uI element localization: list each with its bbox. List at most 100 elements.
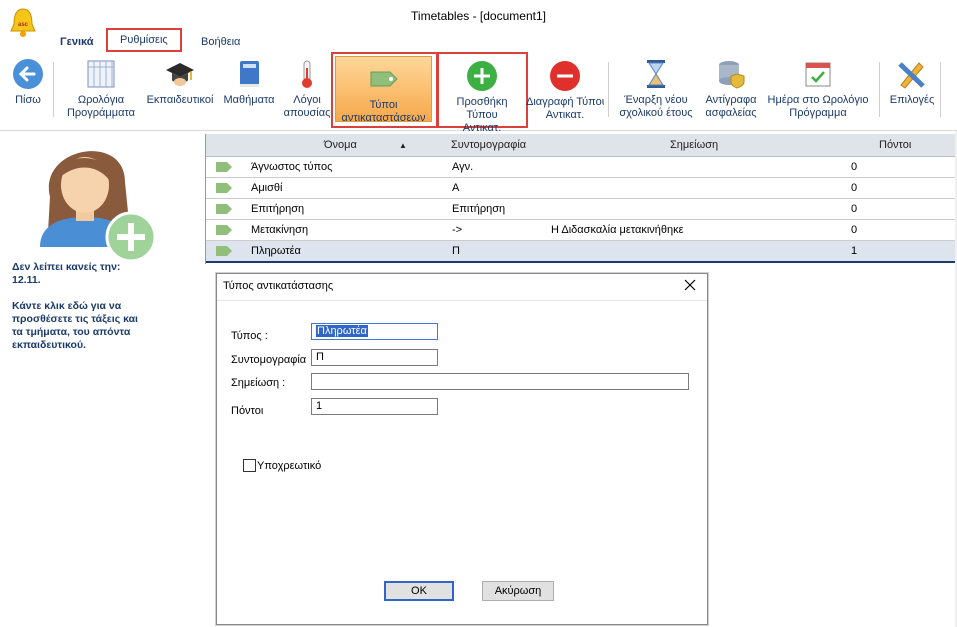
timetables-label-2: Προγράμματα — [66, 107, 136, 119]
type-field[interactable]: Πληρωτέα — [311, 323, 438, 340]
tag-icon — [216, 246, 232, 256]
new-year-label-2: σχολικού έτους — [619, 107, 693, 119]
header-abbreviation[interactable]: Συντομογραφία — [451, 139, 526, 151]
substitution-types-table: Όνομα ▲ Συντομογραφία Σημείωση Πόντοι Άγ… — [205, 134, 957, 264]
minus-circle-icon — [550, 61, 580, 91]
options-button[interactable]: Επιλογές — [884, 54, 940, 126]
ribbon-separator — [608, 62, 609, 117]
window-title: Timetables - [document1] — [411, 9, 546, 23]
points-label: Πόντοι — [231, 405, 264, 417]
tab-general[interactable]: Γενικά — [54, 32, 100, 52]
type-field-value: Πληρωτέα — [316, 325, 368, 337]
add-type-label-2: Αντικατ. — [462, 122, 502, 134]
cell-name: Μετακίνηση — [251, 224, 309, 236]
cell-points: 0 — [851, 161, 858, 173]
tag-icon — [370, 71, 398, 87]
mandatory-label: Υποχρεωτικό — [257, 460, 322, 472]
ribbon-separator — [879, 62, 880, 117]
info-line-6: εκπαιδευτικού. — [12, 339, 86, 351]
info-line-3: Κάντε κλικ εδώ για να — [12, 300, 122, 312]
cell-abbreviation: -> — [452, 224, 463, 236]
cell-name: Επιτήρηση — [251, 203, 305, 215]
abbreviation-label: Συντομογραφία — [231, 354, 307, 366]
cell-name: Άγνωστος τύπος — [251, 161, 333, 173]
cancel-button[interactable]: Ακύρωση — [482, 581, 554, 601]
absent-teacher-info[interactable]: Δεν λείπει κανείς την: 12.11. Κάντε κλικ… — [12, 261, 162, 352]
backups-label-1: Αντίγραφα — [705, 94, 757, 106]
new-year-label-1: Έναρξη νέου — [624, 94, 688, 106]
subjects-label: Μαθήματα — [223, 94, 275, 106]
table-row[interactable]: Άγνωστος τύπος Αγν. 0 — [206, 157, 957, 178]
sub-types-label-1: Τύποι — [369, 99, 398, 111]
table-row[interactable]: Αμισθί Α 0 — [206, 178, 957, 199]
thermometer-icon — [302, 60, 312, 88]
dialog-title-divider — [217, 300, 707, 301]
note-label: Σημείωση : — [231, 377, 286, 389]
table-row[interactable]: Επιτήρηση Επιτήρηση 0 — [206, 199, 957, 220]
mandatory-checkbox[interactable] — [243, 459, 256, 472]
cell-abbreviation: Α — [452, 182, 460, 194]
delete-type-button[interactable]: Διαγραφή Τύπου Αντικατ. — [526, 56, 604, 128]
absence-reasons-label-1: Λόγοι — [293, 94, 321, 106]
table-row[interactable]: Μετακίνηση -> Η Διδασκαλία μετακινήθηκε … — [206, 220, 957, 241]
backups-label-2: ασφαλείας — [705, 107, 757, 119]
header-name[interactable]: Όνομα — [324, 139, 357, 151]
table-header: Όνομα ▲ Συντομογραφία Σημείωση Πόντοι — [206, 134, 957, 157]
info-line-2: 12.11. — [12, 274, 41, 286]
timetables-label-1: Ωρολόγια — [77, 94, 125, 106]
substitution-type-dialog: Τύπος αντικατάστασης Τύπος : Πληρωτέα Συ… — [216, 273, 708, 625]
cell-points: 0 — [851, 203, 858, 215]
cell-note: Η Διδασκαλία μετακινήθηκε — [551, 224, 684, 236]
absence-reasons-button[interactable]: Λόγοι απουσίας — [280, 54, 334, 126]
timetable-grid-icon — [87, 60, 115, 88]
tag-icon — [216, 204, 232, 214]
substitution-types-button[interactable]: Τύποι αντικαταστάσεων — [335, 56, 432, 124]
day-in-timetable-button[interactable]: Ημέρα στο Ωρολόγιο Πρόγραμμα — [762, 54, 874, 126]
database-shield-icon — [719, 61, 745, 89]
hourglass-icon — [647, 60, 665, 88]
header-points[interactable]: Πόντοι — [879, 139, 911, 151]
cell-abbreviation: Π — [452, 245, 460, 257]
cell-points: 0 — [851, 182, 858, 194]
delete-type-label-1: Διαγραφή Τύπου — [526, 96, 604, 108]
tab-help[interactable]: Βοήθεια — [195, 32, 246, 52]
add-type-button[interactable]: Προσθήκη Τύπου Αντικατ. — [441, 56, 523, 134]
sort-ascending-icon: ▲ — [399, 141, 407, 150]
abbreviation-field[interactable]: Π — [311, 349, 438, 366]
points-field[interactable]: 1 — [311, 398, 438, 415]
backups-button[interactable]: Αντίγραφα ασφαλείας — [700, 54, 762, 126]
title-bar: asc Timetables - [document1] — [0, 0, 957, 37]
dialog-title: Τύπος αντικατάστασης — [223, 280, 334, 292]
options-label: Επιλογές — [889, 94, 935, 106]
info-line-1: Δεν λείπει κανείς την: — [12, 261, 121, 273]
cell-points: 1 — [851, 245, 858, 257]
cell-abbreviation: Αγν. — [452, 161, 474, 173]
new-school-year-button[interactable]: Έναρξη νέου σχολικού έτους — [612, 54, 700, 126]
tab-settings[interactable]: Ρυθμίσεις — [106, 28, 182, 52]
header-note[interactable]: Σημείωση — [670, 139, 718, 151]
tag-icon — [216, 225, 232, 235]
delete-type-label-2: Αντικατ. — [545, 109, 585, 121]
table-row-selected[interactable]: Πληρωτέα Π 1 — [206, 241, 957, 263]
absent-teacher-panel[interactable]: Δεν λείπει κανείς την: 12.11. Κάντε κλικ… — [0, 131, 205, 627]
teacher-avatar-add-icon — [40, 151, 157, 261]
cell-name: Πληρωτέα — [251, 245, 301, 257]
pencil-ruler-icon — [898, 62, 925, 89]
back-arrow-icon — [13, 59, 43, 89]
close-icon[interactable] — [683, 278, 697, 292]
note-field[interactable] — [311, 373, 689, 390]
ok-button[interactable]: OK — [384, 581, 454, 601]
ribbon-separator — [53, 62, 54, 117]
back-button[interactable]: Πίσω — [6, 54, 50, 126]
info-line-5: τα τμήματα, του απόντα — [12, 326, 131, 338]
timetables-button[interactable]: Ωρολόγια Προγράμματα — [58, 54, 144, 126]
menu-bar: Γενικά Ρυθμίσεις Βοήθεια — [0, 28, 957, 52]
sub-types-label-2: αντικαταστάσεων — [341, 112, 426, 124]
subjects-button[interactable]: Μαθήματα — [218, 54, 280, 126]
teachers-button[interactable]: Εκπαιδευτικοί — [142, 54, 218, 126]
book-icon — [240, 61, 259, 87]
back-label: Πίσω — [15, 94, 41, 106]
tag-icon — [216, 183, 232, 193]
day-timetable-label-2: Πρόγραμμα — [789, 107, 847, 119]
add-type-label-1: Προσθήκη Τύπου — [456, 96, 508, 121]
